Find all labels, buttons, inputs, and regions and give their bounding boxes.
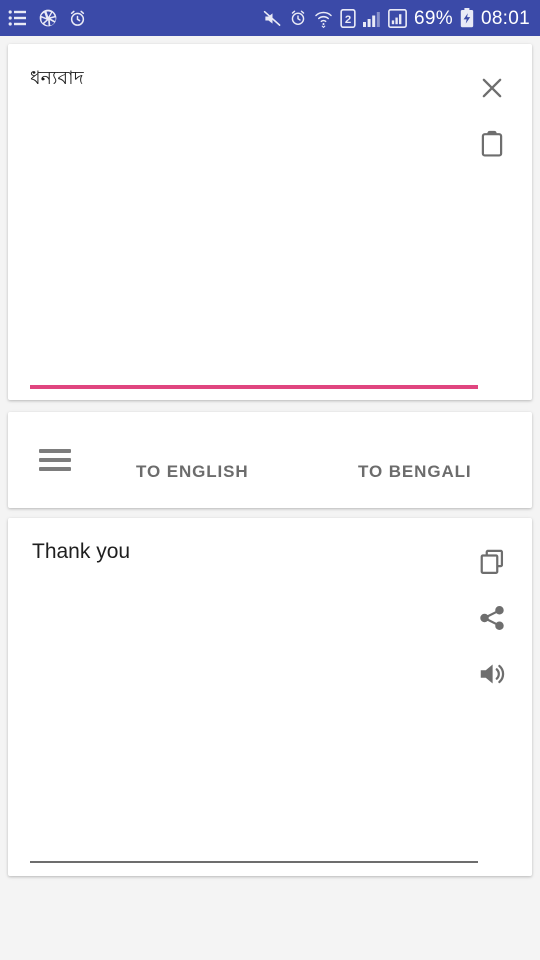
hamburger-menu-button[interactable]	[26, 431, 84, 489]
status-bar: 2 69% 08:01	[0, 0, 540, 36]
copy-icon[interactable]	[464, 534, 520, 590]
to-english-button[interactable]: TO ENGLISH	[136, 462, 249, 482]
source-text-card[interactable]: ধন্যবাদ	[8, 44, 532, 400]
source-card-actions	[464, 60, 520, 172]
mute-icon	[263, 9, 282, 28]
battery-charging-icon	[460, 8, 474, 28]
close-icon[interactable]	[464, 60, 520, 116]
source-text-underline	[30, 385, 478, 389]
status-bar-right-icons: 2 69% 08:01	[263, 8, 530, 28]
translation-result-text: Thank you	[32, 540, 131, 563]
result-card-actions	[464, 534, 520, 702]
to-bengali-button[interactable]: TO BENGALI	[358, 462, 472, 482]
status-bar-clock: 08:01	[480, 7, 530, 29]
result-text-underline	[30, 861, 478, 863]
signal-bars-icon	[363, 10, 381, 27]
status-bar-left-icons	[8, 8, 87, 28]
volume-speaker-icon[interactable]	[464, 646, 520, 702]
wifi-icon	[314, 9, 333, 28]
alarm-clock-icon	[289, 9, 307, 27]
alarm-clock-icon	[68, 9, 87, 28]
share-icon[interactable]	[464, 590, 520, 646]
svg-text:2: 2	[345, 13, 351, 25]
clipboard-paste-icon[interactable]	[464, 116, 520, 172]
battery-percent: 69%	[414, 7, 453, 29]
source-text-input[interactable]: ধন্যবাদ	[30, 66, 460, 92]
hamburger-menu-icon	[39, 444, 71, 476]
camera-aperture-icon	[38, 8, 58, 28]
language-bar-card: TO ENGLISH TO BENGALI	[8, 412, 532, 508]
signal-boxed-icon	[388, 8, 407, 28]
sim2-icon: 2	[340, 8, 356, 28]
list-icon	[8, 8, 28, 28]
translation-result-card[interactable]: Thank you	[8, 518, 532, 876]
